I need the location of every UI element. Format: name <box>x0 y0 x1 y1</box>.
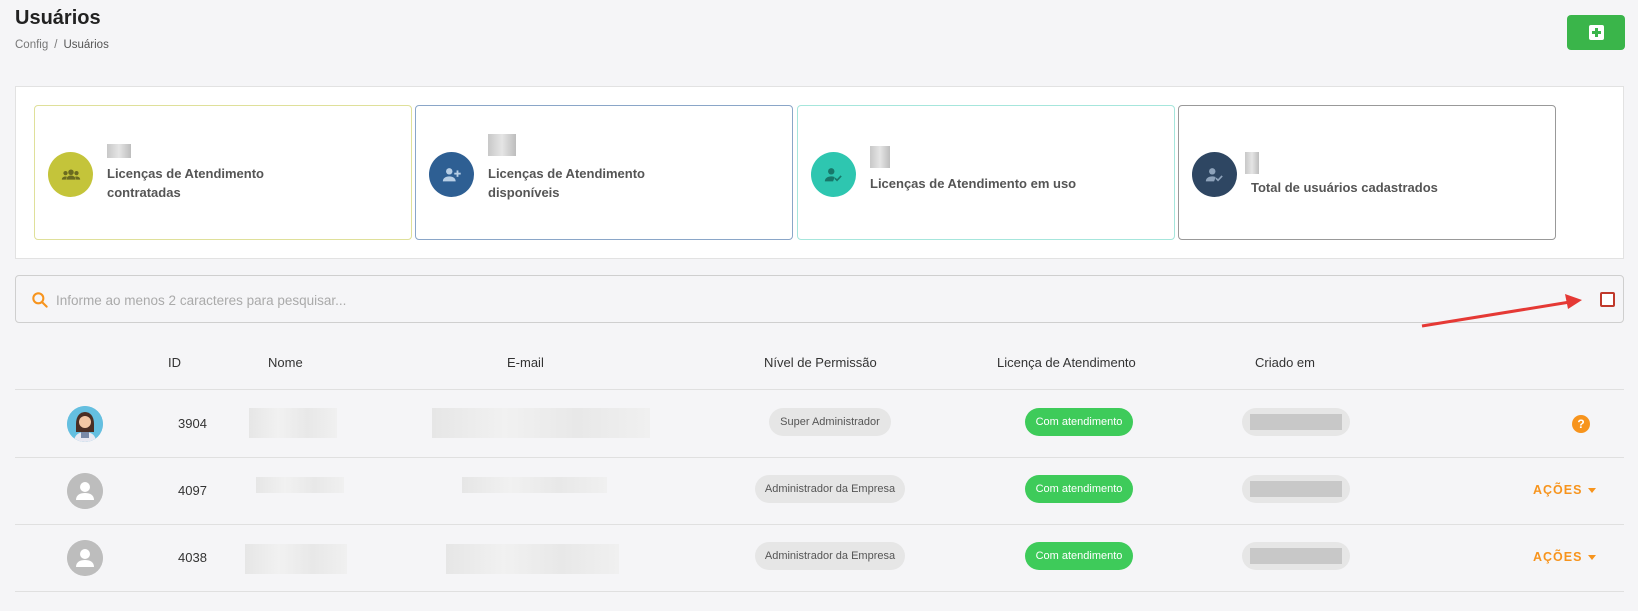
stat-value-blurred <box>870 146 890 168</box>
users-group-icon <box>48 152 93 197</box>
help-icon[interactable]: ? <box>1572 415 1590 433</box>
page-title: Usuários <box>15 7 101 29</box>
table-row[interactable]: 3904 Super Administrador Com atendimento… <box>15 390 1624 458</box>
breadcrumb-separator: / <box>54 39 58 51</box>
stat-card-available: Licenças de Atendimento disponíveis <box>415 105 793 240</box>
cell-id: 4038 <box>178 550 207 565</box>
stat-value-blurred <box>1245 152 1259 174</box>
cell-id: 3904 <box>178 416 207 431</box>
breadcrumb-config[interactable]: Config <box>15 39 48 51</box>
search-icon <box>32 292 48 308</box>
cell-name-blurred <box>245 544 347 574</box>
stat-label: Licenças de Atendimento contratadas <box>107 166 264 200</box>
caret-down-icon <box>1588 487 1597 493</box>
created-date-badge <box>1242 475 1350 503</box>
permission-badge: Administrador da Empresa <box>755 542 905 570</box>
cell-email-blurred <box>462 477 607 493</box>
user-check-icon <box>811 152 856 197</box>
cell-name-blurred <box>256 477 344 493</box>
plus-square-icon <box>1588 25 1604 40</box>
stat-value-blurred <box>488 134 516 156</box>
stat-label: Licenças de Atendimento em uso <box>870 176 1077 191</box>
column-permission[interactable]: Nível de Permissão <box>764 355 877 370</box>
avatar <box>67 540 103 576</box>
add-user-button[interactable] <box>1567 15 1625 50</box>
breadcrumb-current: Usuários <box>63 39 109 51</box>
column-id[interactable]: ID <box>168 355 181 370</box>
column-license[interactable]: Licença de Atendimento <box>997 355 1136 370</box>
license-badge: Com atendimento <box>1025 542 1133 570</box>
stats-panel: Licenças de Atendimento contratadas Licen… <box>15 86 1624 259</box>
stat-card-in-use: Licenças de Atendimento em uso <box>797 105 1175 240</box>
cell-id: 4097 <box>178 483 207 498</box>
search-bar <box>15 275 1624 323</box>
stat-card-contracted: Licenças de Atendimento contratadas <box>34 105 412 240</box>
search-input[interactable] <box>56 288 1456 312</box>
stat-label: Total de usuários cadastrados <box>1251 180 1438 195</box>
table-header: ID Nome E-mail Nível de Permissão Licenç… <box>15 340 1624 390</box>
permission-badge: Administrador da Empresa <box>755 475 905 503</box>
cell-email-blurred <box>446 544 619 574</box>
created-date-badge <box>1242 408 1350 436</box>
user-check-icon <box>1192 152 1237 197</box>
permission-badge: Super Administrador <box>769 408 891 436</box>
stat-card-total: Total de usuários cadastrados <box>1178 105 1556 240</box>
caret-down-icon <box>1588 554 1597 560</box>
annotation-arrow-icon <box>1421 294 1582 328</box>
stat-value-blurred <box>107 144 131 158</box>
user-plus-icon <box>429 152 474 197</box>
cell-name-blurred <box>249 408 337 438</box>
actions-dropdown[interactable]: AÇÕES <box>1533 550 1597 564</box>
table-row[interactable]: 4097 Administrador da Empresa Com atendi… <box>15 457 1624 525</box>
stat-label: Licenças de Atendimento disponíveis <box>488 166 645 200</box>
filter-checkbox[interactable] <box>1600 292 1615 307</box>
column-email[interactable]: E-mail <box>507 355 544 370</box>
column-created[interactable]: Criado em <box>1255 355 1315 370</box>
breadcrumb: Config / Usuários <box>15 39 109 51</box>
actions-dropdown[interactable]: AÇÕES <box>1533 483 1597 497</box>
license-badge: Com atendimento <box>1025 475 1133 503</box>
cell-email-blurred <box>432 408 650 438</box>
created-date-badge <box>1242 542 1350 570</box>
license-badge: Com atendimento <box>1025 408 1133 436</box>
avatar <box>67 473 103 509</box>
avatar <box>67 406 103 442</box>
table-row[interactable]: 4038 Administrador da Empresa Com atendi… <box>15 524 1624 592</box>
column-name[interactable]: Nome <box>268 355 303 370</box>
